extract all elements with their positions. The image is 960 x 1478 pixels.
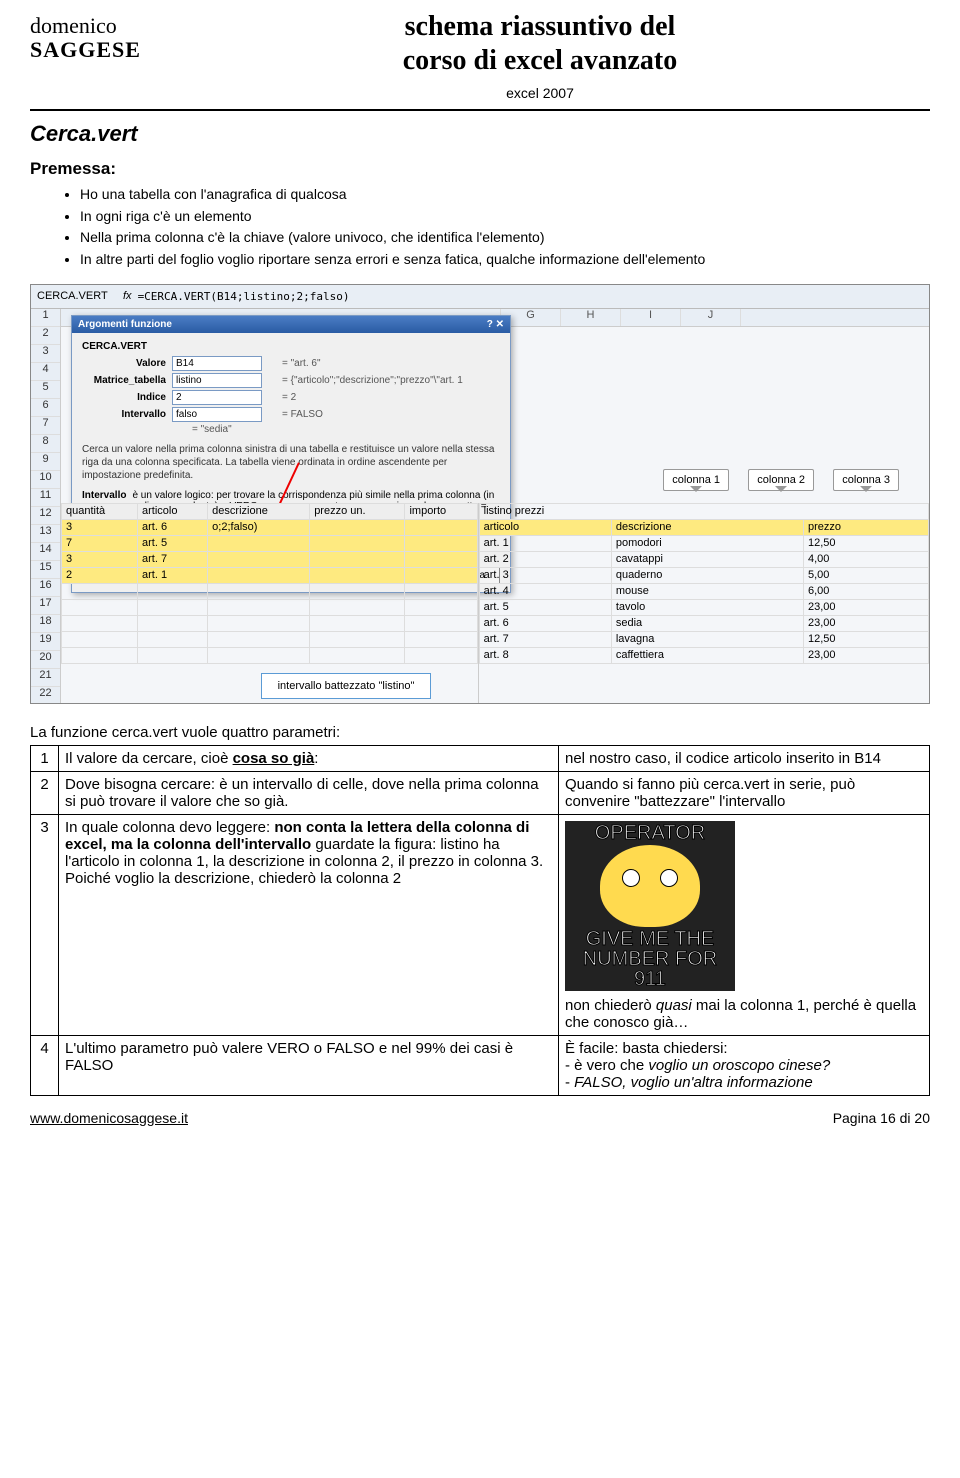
page-number: Pagina 16 di 20 (833, 1110, 930, 1126)
page-footer: www.domenicosaggese.it Pagina 16 di 20 (30, 1110, 930, 1126)
arg-matrice[interactable] (172, 373, 262, 388)
arg-valore[interactable] (172, 356, 262, 371)
footer-link[interactable]: www.domenicosaggese.it (30, 1110, 188, 1126)
main-title-2: corso di excel avanzato (150, 44, 930, 78)
dialog-titlebar[interactable]: Argomenti funzione ? ✕ (72, 316, 510, 333)
bullet: In altre parti del foglio voglio riporta… (80, 250, 930, 270)
page-header: domenico SAGGESE schema riassuntivo del … (30, 10, 930, 101)
formula-text[interactable]: =CERCA.VERT(B14;listino;2;falso) (138, 290, 350, 303)
callout-col1: colonna 1 (663, 469, 729, 491)
dialog-func-name: CERCA.VERT (82, 341, 500, 352)
parameters-table: 1 Il valore da cercare, cioè cosa so già… (30, 745, 930, 1096)
logo: domenico SAGGESE (30, 10, 150, 63)
bullet: Nella prima colonna c'è la chiave (valor… (80, 228, 930, 248)
arg-intervallo[interactable] (172, 407, 262, 422)
table-row: 3 In quale colonna devo leggere: non con… (31, 814, 930, 1035)
header-rule (30, 109, 930, 111)
premessa-list: Ho una tabella con l'anagrafica di qualc… (80, 185, 930, 269)
excel-screenshot: CERCA.VERT fx =CERCA.VERT(B14;listino;2;… (30, 284, 930, 704)
homer-face-icon (600, 845, 700, 927)
main-title-1: schema riassuntivo del (150, 10, 930, 44)
callout-col2: colonna 2 (748, 469, 814, 491)
intro-text: La funzione cerca.vert vuole quattro par… (30, 724, 930, 741)
named-range-note: intervallo battezzato "listino" (261, 673, 431, 699)
row-headers: 1234567891011121314151617181920212223 (31, 309, 61, 703)
arg-indice[interactable] (172, 390, 262, 405)
table-row: 1 Il valore da cercare, cioè cosa so già… (31, 745, 930, 771)
fx-icon[interactable]: fx (123, 290, 132, 302)
logo-name: SAGGESE (30, 37, 150, 63)
title-block: schema riassuntivo del corso di excel av… (150, 10, 930, 101)
sub-title: excel 2007 (150, 85, 930, 101)
formula-bar: CERCA.VERT fx =CERCA.VERT(B14;listino;2;… (31, 285, 929, 309)
section-title: Cerca.vert (30, 121, 930, 147)
bullet: In ogni riga c'è un elemento (80, 207, 930, 227)
logo-signature: domenico (30, 15, 150, 37)
callout-col3: colonna 3 (833, 469, 899, 491)
help-icon[interactable]: ? ✕ (487, 319, 504, 330)
name-box[interactable]: CERCA.VERT (37, 290, 117, 302)
meme-image: OPERATOR GIVE ME THE NUMBER FOR 911 (565, 821, 735, 991)
premessa-heading: Premessa: (30, 159, 930, 179)
right-table: listino prezzi articolodescrizioneprezzo… (478, 503, 929, 703)
table-row: 4 L'ultimo parametro può valere VERO o F… (31, 1035, 930, 1095)
grid-area: G H I J Argomenti funzione ? ✕ CERCA.VER… (61, 309, 929, 703)
table-row: 2 Dove bisogna cercare: è un intervallo … (31, 771, 930, 814)
bullet: Ho una tabella con l'anagrafica di qualc… (80, 185, 930, 205)
